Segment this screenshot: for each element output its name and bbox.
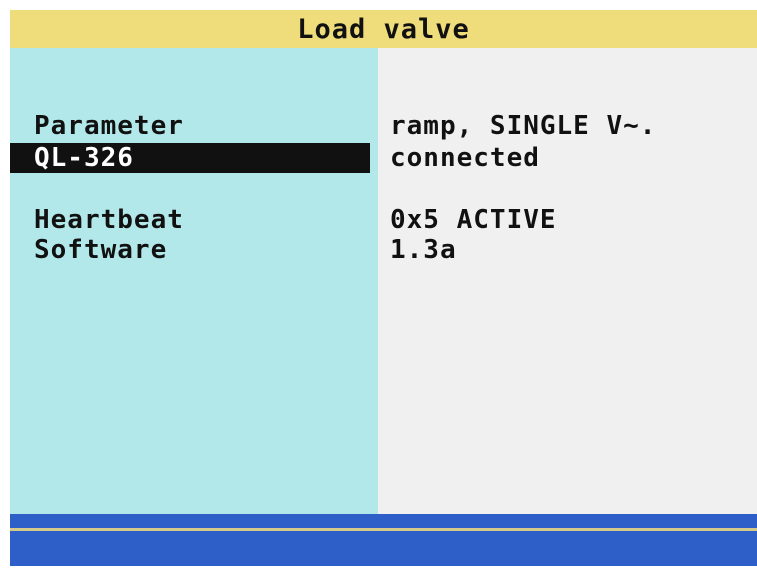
value-heartbeat: 0x5 ACTIVE bbox=[390, 205, 557, 235]
label-heartbeat[interactable]: Heartbeat bbox=[34, 205, 184, 235]
status-bar-divider bbox=[10, 528, 757, 531]
label-software[interactable]: Software bbox=[34, 235, 167, 265]
device-screen: Load valve Parameter QL-326 Heartbeat So… bbox=[10, 10, 757, 566]
page-title: Load valve bbox=[297, 13, 470, 45]
value-pane: ramp, SINGLE V~. connected 0x5 ACTIVE 1.… bbox=[378, 48, 757, 514]
label-parameter[interactable]: Parameter bbox=[34, 111, 184, 141]
label-pane: Parameter QL-326 Heartbeat Software bbox=[10, 48, 378, 514]
value-parameter: ramp, SINGLE V~. bbox=[390, 111, 657, 141]
status-bar bbox=[10, 514, 757, 566]
value-ql-326: connected bbox=[390, 143, 540, 173]
value-software: 1.3a bbox=[390, 235, 457, 265]
title-bar: Load valve bbox=[10, 10, 757, 48]
label-ql-326-selected[interactable]: QL-326 bbox=[10, 143, 370, 173]
